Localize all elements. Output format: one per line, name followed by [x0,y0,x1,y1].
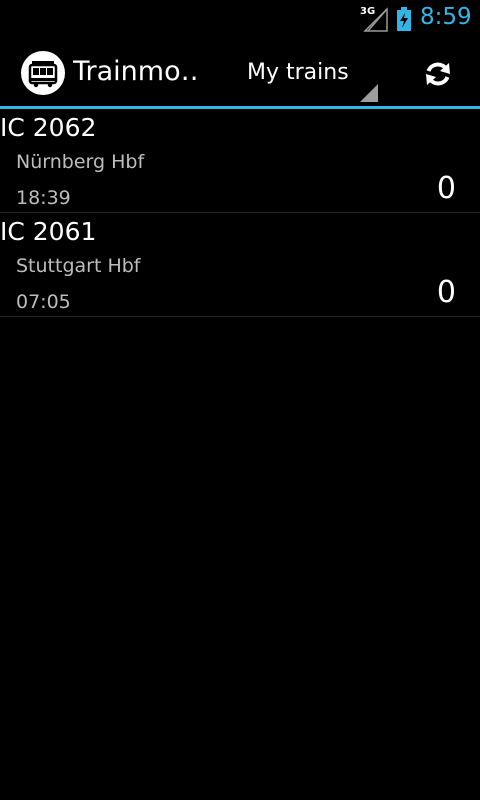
list-item[interactable]: IC 2062 Nürnberg Hbf 18:39 0 [0,109,480,213]
departure-time: 18:39 [16,187,71,209]
network-type-label: 3G [360,6,376,17]
spinner-selected-value: My trains [247,60,349,85]
refresh-button[interactable] [416,52,460,96]
status-bar: 3G 8:59 [0,0,480,38]
train-number: IC 2061 [0,217,97,246]
train-list-spinner[interactable]: My trains [228,48,380,104]
app-title: Trainmo… [73,56,198,87]
status-clock: 8:59 [420,4,472,30]
battery-charging-icon [396,7,412,31]
delay-count: 0 [436,275,456,310]
station-name: Nürnberg Hbf [16,151,145,173]
action-bar: Trainmo… My trains [0,38,480,106]
departure-time: 07:05 [16,291,71,313]
train-number: IC 2062 [0,113,97,142]
list-item[interactable]: IC 2061 Stuttgart Hbf 07:05 0 [0,213,480,317]
delay-count: 0 [436,171,456,206]
refresh-icon [426,62,450,86]
station-name: Stuttgart Hbf [16,255,141,277]
network-signal-icon: 3G [360,6,388,32]
tram-icon[interactable] [21,51,65,95]
spinner-triangle-icon [360,84,378,102]
train-list: IC 2062 Nürnberg Hbf 18:39 0 IC 2061 Stu… [0,109,480,317]
